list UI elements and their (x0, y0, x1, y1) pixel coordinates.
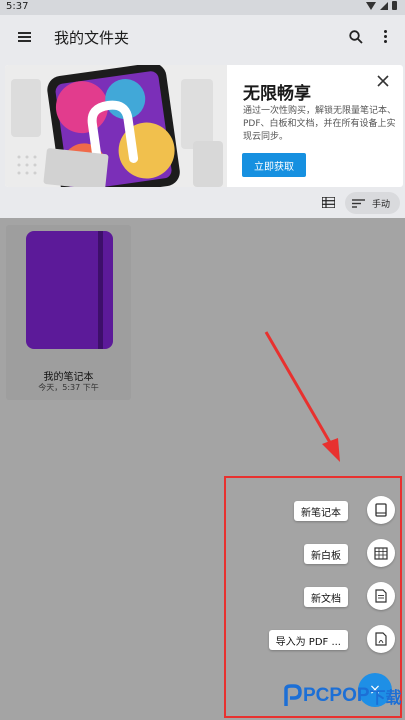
sort-icon (352, 198, 365, 208)
page-title: 我的文件夹 (54, 29, 130, 47)
pdf-import-icon[interactable] (367, 625, 395, 653)
notebook-icon[interactable] (367, 496, 395, 524)
watermark-suffix: 下载 (369, 688, 402, 707)
notebook-date: 今天，5:37 下午 (38, 383, 99, 392)
fab-item-import-pdf[interactable]: 导入为 PDF ... (226, 625, 404, 655)
notebook-card[interactable]: 我的笔记本 今天，5:37 下午 (6, 225, 131, 400)
watermark: PCPOP 下载 (284, 684, 402, 708)
notebook-name: 我的笔记本 (43, 372, 94, 383)
promo-banner: 无限畅享 通过一次性购买，解锁无限量笔记本、PDF、白板和文档，并在所有设备上实… (0, 60, 405, 190)
fab-item-new-notebook[interactable]: 新笔记本 (226, 496, 404, 526)
status-icons (366, 1, 397, 10)
promo-title: 无限畅享 (243, 84, 311, 104)
signal-icon (380, 1, 388, 10)
close-icon[interactable] (377, 75, 389, 87)
more-options-icon[interactable] (378, 29, 392, 45)
sort-label: 手动 (372, 199, 391, 210)
promo-illustration (5, 65, 227, 187)
battery-icon (392, 1, 397, 10)
menu-icon[interactable] (18, 32, 31, 42)
view-toolbar: 手动 (0, 190, 405, 218)
watermark-text: PCPOP (303, 685, 370, 706)
fab-item-new-whiteboard[interactable]: 新白板 (226, 539, 404, 569)
whiteboard-icon[interactable] (367, 539, 395, 567)
fab-label-new-whiteboard[interactable]: 新白板 (304, 544, 348, 564)
app-bar: 我的文件夹 (0, 15, 405, 60)
pcpop-logo-icon (284, 684, 302, 706)
status-bar: 5:37 (0, 0, 405, 15)
status-time: 5:37 (6, 1, 29, 12)
sort-button[interactable]: 手动 (345, 192, 400, 214)
get-now-button[interactable]: 立即获取 (242, 153, 306, 177)
notebook-cover (26, 231, 113, 349)
promo-card: 无限畅享 通过一次性购买，解锁无限量笔记本、PDF、白板和文档，并在所有设备上实… (5, 65, 403, 187)
promo-description: 通过一次性购买，解锁无限量笔记本、PDF、白板和文档，并在所有设备上实现云同步。 (243, 106, 397, 142)
document-icon[interactable] (367, 582, 395, 610)
annotation-arrow (264, 331, 340, 462)
wifi-icon (366, 1, 376, 10)
notebook-band (98, 231, 103, 349)
search-icon[interactable] (349, 30, 363, 44)
fab-label-new-notebook[interactable]: 新笔记本 (294, 501, 348, 521)
list-view-icon[interactable] (322, 197, 335, 208)
fab-item-new-document[interactable]: 新文档 (226, 582, 404, 612)
fab-label-new-document[interactable]: 新文档 (304, 587, 348, 607)
fab-label-import-pdf[interactable]: 导入为 PDF ... (268, 630, 348, 650)
